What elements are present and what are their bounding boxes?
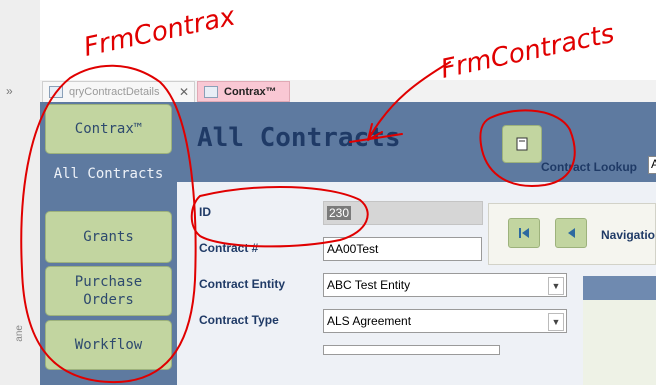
contract-entity-label: Contract Entity bbox=[199, 277, 286, 291]
contract-entity-value: ABC Test Entity bbox=[327, 278, 411, 292]
contract-type-label: Contract Type bbox=[199, 313, 279, 327]
tab-qry-contract-details[interactable]: qryContractDetails ✕ bbox=[42, 81, 195, 102]
contract-number-field[interactable]: AA00Test bbox=[323, 237, 482, 261]
annotation-label-right: FrmContracts bbox=[438, 19, 617, 85]
workflow-button[interactable]: Workflow bbox=[45, 320, 172, 370]
partial-field[interactable] bbox=[323, 345, 500, 355]
tab-label: qryContractDetails bbox=[69, 86, 160, 98]
id-label: ID bbox=[199, 205, 211, 219]
chevron-down-icon[interactable]: ▼ bbox=[548, 277, 564, 295]
contract-entity-select[interactable]: ABC Test Entity ▼ bbox=[323, 273, 567, 297]
id-value: 230 bbox=[327, 206, 352, 220]
all-contracts-nav-label[interactable]: All Contracts bbox=[45, 165, 172, 183]
previous-record-button[interactable] bbox=[555, 218, 587, 248]
form-icon bbox=[204, 85, 218, 98]
tab-contrax[interactable]: Contrax™ bbox=[197, 81, 290, 102]
first-record-icon bbox=[519, 228, 529, 238]
grants-button[interactable]: Grants bbox=[45, 211, 172, 263]
contract-number-label: Contract # bbox=[199, 241, 259, 255]
previous-record-icon bbox=[568, 228, 575, 238]
chevron-down-icon[interactable]: ▼ bbox=[548, 313, 564, 331]
contrax-button[interactable]: Contrax™ bbox=[45, 104, 172, 154]
annotation-label-left: FrmContrax bbox=[81, 1, 238, 62]
page-title: All Contracts bbox=[197, 123, 401, 153]
navigation-pane-label: ane bbox=[14, 325, 25, 342]
new-record-button[interactable] bbox=[502, 125, 542, 163]
close-icon[interactable]: ✕ bbox=[179, 85, 189, 99]
tab-label: Contrax™ bbox=[224, 85, 277, 98]
navigation-label: Navigatio bbox=[601, 228, 656, 242]
contract-type-select[interactable]: ALS Agreement ▼ bbox=[323, 309, 567, 333]
contract-type-value: ALS Agreement bbox=[327, 314, 412, 328]
first-record-button[interactable] bbox=[508, 218, 540, 248]
purchase-orders-button[interactable]: Purchase Orders bbox=[45, 266, 172, 316]
document-icon bbox=[516, 137, 528, 151]
id-field[interactable]: 230 bbox=[323, 201, 483, 225]
contract-lookup-label: Contract Lookup bbox=[541, 160, 637, 174]
query-icon bbox=[49, 86, 63, 98]
contract-lookup-input[interactable]: A bbox=[648, 156, 656, 174]
expand-pane-icon[interactable]: » bbox=[6, 84, 13, 98]
subform-header bbox=[583, 276, 656, 300]
